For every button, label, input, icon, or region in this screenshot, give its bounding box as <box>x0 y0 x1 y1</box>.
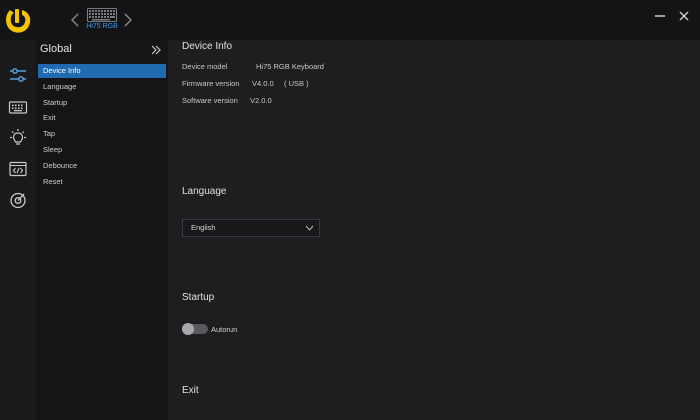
keyboard-thumbnail-icon <box>87 8 117 22</box>
close-icon[interactable] <box>676 8 692 24</box>
device-selector[interactable]: Hi75 RGB <box>84 8 120 34</box>
firmware-connection-value: ( USB ) <box>284 79 309 88</box>
minimize-icon[interactable] <box>652 8 668 24</box>
device-model-label: Device model <box>182 62 228 71</box>
software-version-value: V2.0.0 <box>250 96 272 105</box>
chevron-right-icon[interactable] <box>123 12 133 28</box>
keyboard-icon[interactable] <box>8 97 28 117</box>
device-info-title: Device Info <box>182 41 233 52</box>
toggle-knob <box>182 323 194 335</box>
macro-code-icon[interactable] <box>8 159 28 179</box>
lighting-bulb-icon[interactable] <box>8 128 28 148</box>
subnav-item-tap[interactable]: Tap <box>38 127 166 141</box>
language-title: Language <box>182 186 227 197</box>
device-model-value: Hi75 RGB Keyboard <box>256 62 324 71</box>
software-version-label: Software version <box>182 96 238 105</box>
subnav-item-sleep[interactable]: Sleep <box>38 143 166 157</box>
target-icon[interactable] <box>8 190 28 210</box>
subnav-title: Global <box>40 43 72 55</box>
subnav-item-language[interactable]: Language <box>38 80 166 94</box>
autorun-toggle[interactable] <box>182 323 208 335</box>
autorun-label: Autorun <box>211 325 238 334</box>
startup-title: Startup <box>182 292 215 303</box>
firmware-version-value: V4.0.0 <box>252 79 274 88</box>
subnav-item-exit[interactable]: Exit <box>38 111 166 125</box>
icon-rail <box>0 40 36 420</box>
language-select[interactable]: English <box>182 219 320 237</box>
sliders-icon[interactable] <box>8 65 28 85</box>
collapse-double-chevron-icon[interactable] <box>150 44 162 56</box>
language-selected-value: English <box>191 223 216 232</box>
device-name: Hi75 RGB <box>86 23 118 30</box>
chevron-left-icon[interactable] <box>70 12 80 28</box>
firmware-version-label: Firmware version <box>182 79 240 88</box>
settings-subnav: Global Device Info Language Startup Exit… <box>36 40 168 420</box>
subnav-item-debounce[interactable]: Debounce <box>38 159 166 173</box>
title-bar: Hi75 RGB <box>0 0 700 40</box>
settings-content: Device Info Device model Hi75 RGB Keyboa… <box>168 40 700 420</box>
chevron-down-icon <box>305 225 314 231</box>
brand-logo-icon <box>6 9 31 33</box>
exit-title: Exit <box>182 385 199 396</box>
subnav-item-startup[interactable]: Startup <box>38 96 166 110</box>
subnav-item-reset[interactable]: Reset <box>38 175 166 189</box>
subnav-item-device-info[interactable]: Device Info <box>38 64 166 78</box>
